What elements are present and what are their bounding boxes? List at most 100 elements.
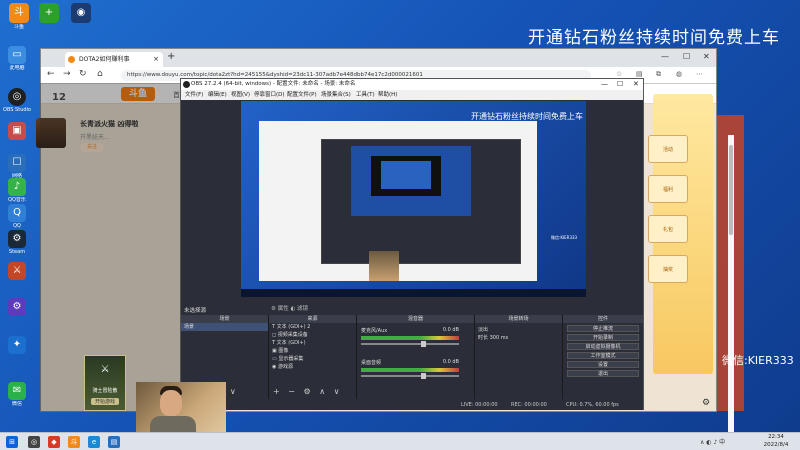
studio-mode-button[interactable]: 工作室模式 <box>567 352 639 359</box>
photo-icon[interactable]: ▣ <box>2 122 32 141</box>
maximize-icon[interactable]: ☐ <box>683 52 690 61</box>
source-controls[interactable]: + − ⚙ ∧ ∨ <box>273 387 342 396</box>
transitions-dock: 场景转场 淡出 时长 300 ms <box>475 315 563 399</box>
close-tab-icon[interactable]: × <box>153 52 159 67</box>
menu-edit[interactable]: 编辑(E) <box>208 90 227 100</box>
game-title: 骑士冒险散 <box>92 388 118 394</box>
qq-icon[interactable]: Q QQ <box>2 204 32 229</box>
settings-icon[interactable]: ⚙ <box>702 398 710 408</box>
clock[interactable]: 22:34 2022/8/4 <box>755 433 797 449</box>
menu-file[interactable]: 文件(F) <box>185 90 203 100</box>
close-icon[interactable]: ✕ <box>703 52 710 61</box>
start-icon[interactable]: ⊞ <box>6 436 18 448</box>
add-icon[interactable]: + <box>34 3 64 24</box>
game-logo-icon: ⚔ <box>100 364 110 375</box>
refresh-icon[interactable]: ↻ <box>79 69 87 79</box>
menu-scene-collection[interactable]: 场景集合(S) <box>321 90 351 100</box>
source-item[interactable]: T 文本 (GDI+) <box>269 339 356 347</box>
system-tray[interactable]: ∧ ◐ ♪ 中 <box>700 437 725 446</box>
ad-box[interactable]: 活动 <box>648 135 688 163</box>
stop-streaming-button[interactable]: 停止推流 <box>567 325 639 332</box>
tab-bar: DOTA2如何赚利事 × + — ☐ ✕ <box>41 49 716 67</box>
browser-tab[interactable]: DOTA2如何赚利事 × <box>65 52 163 67</box>
extensions-icon[interactable]: ⧉ <box>656 70 661 79</box>
douyu-taskbar-icon[interactable]: 斗 <box>68 436 80 448</box>
transition-type[interactable]: 淡出 <box>475 326 562 334</box>
obs-preview[interactable]: 开通钻石粉丝持续时间免费上车 微信:KIER333 <box>241 101 586 297</box>
network-icon[interactable]: ☐ 网络 <box>2 154 32 179</box>
preview-caption: 微信:KIER333 <box>551 235 578 240</box>
obs-logo-icon <box>183 81 190 88</box>
vpn-icon[interactable]: ✦ <box>2 336 32 355</box>
ad-box[interactable]: 福利 <box>648 175 688 203</box>
obs-docks: 场景 场景 + − ∧ ∨ 来源 T 文本 (GDI+) 2 ◻ 视频采集设备 … <box>181 315 643 399</box>
game-card[interactable]: ⚔ 骑士冒险散 开始游戏 <box>84 355 126 411</box>
minimize-icon[interactable]: — <box>661 52 669 61</box>
sources-header: 来源 <box>269 315 356 323</box>
preview-webcam <box>369 251 399 281</box>
transitions-header: 场景转场 <box>475 315 562 323</box>
menu-docks[interactable]: 停靠窗口(D) <box>254 90 285 100</box>
menu-tools[interactable]: 工具(T) <box>356 90 375 100</box>
minimize-icon[interactable]: — <box>601 79 608 90</box>
favorite-icon[interactable]: ☆ <box>616 70 622 78</box>
source-item[interactable]: ◻ 视频采集设备 <box>269 331 356 339</box>
mixer-dock: 混音器 麦克风/Aux 0.0 dB 桌面音频 0.0 dB <box>357 315 475 399</box>
page-scrollbar[interactable] <box>728 135 734 435</box>
settings-button[interactable]: 设置 <box>567 361 639 368</box>
scenes-header: 场景 <box>181 315 268 323</box>
mixer-track[interactable]: 桌面音频 0.0 dB <box>361 359 459 379</box>
wechat-contact: 微信:KIER333 <box>722 354 794 367</box>
home-icon[interactable]: ⌂ <box>97 69 103 79</box>
profile-icon[interactable]: ◍ <box>676 70 682 78</box>
maximize-icon[interactable]: ☐ <box>617 79 623 90</box>
camera-app-icon[interactable]: ◉ <box>66 3 96 24</box>
forward-icon[interactable]: → <box>63 69 71 79</box>
settings-app-icon[interactable]: ⚙ <box>2 298 32 317</box>
menu-help[interactable]: 帮助(H) <box>378 90 397 100</box>
edge-taskbar-icon[interactable]: e <box>88 436 100 448</box>
preview-taskbar <box>241 289 586 297</box>
wechat-icon[interactable]: ✉ 微信 <box>2 382 32 407</box>
mixer-track[interactable]: 麦克风/Aux 0.0 dB <box>361 327 459 347</box>
preview-recursive-screen <box>381 161 431 189</box>
new-tab-icon[interactable]: + <box>167 51 175 62</box>
obs-taskbar-icon[interactable]: ◎ <box>28 436 40 448</box>
taskbar: ⊞ ◎ ◆ 斗 e ▤ ∧ ◐ ♪ 中 22:34 2022/8/4 <box>0 432 800 450</box>
source-item[interactable]: T 文本 (GDI+) 2 <box>269 323 356 331</box>
steam-icon[interactable]: ⚙ Steam <box>2 230 32 255</box>
obs-icon[interactable]: ◎ OBS Studio <box>2 88 32 113</box>
ad-box[interactable]: 抽奖 <box>648 255 688 283</box>
filters-button[interactable]: ⚙ 属性 ◐ 滤镜 <box>271 304 308 312</box>
obs-title: OBS 27.2.4 (64-bit, windows) - 配置文件: 未命名… <box>191 81 356 87</box>
source-item[interactable]: ▭ 显示器采集 <box>269 355 356 363</box>
no-source-label: 未选择源 <box>184 308 207 314</box>
exit-button[interactable]: 退出 <box>567 370 639 377</box>
virtual-camera-button[interactable]: 启动虚拟摄像机 <box>567 343 639 350</box>
tab-title: DOTA2如何赚利事 <box>79 56 130 63</box>
play-button[interactable]: 开始游戏 <box>91 398 119 405</box>
close-icon[interactable]: ✕ <box>633 79 639 90</box>
webcam-face <box>160 390 182 416</box>
explorer-taskbar-icon[interactable]: ▤ <box>108 436 120 448</box>
cpu-status: CPU: 0.7%, 60.00 fps <box>566 402 619 408</box>
menu-profile[interactable]: 配置文件(P) <box>287 90 317 100</box>
game-icon[interactable]: ⚔ <box>2 262 32 281</box>
menu-icon[interactable]: ⋯ <box>696 70 703 78</box>
ad-box[interactable]: 礼包 <box>648 215 688 243</box>
qq-music-icon[interactable]: ♪ QQ音乐 <box>2 178 32 203</box>
collections-icon[interactable]: ▤ <box>636 70 643 78</box>
game-taskbar-icon[interactable]: ◆ <box>48 436 60 448</box>
scene-item[interactable]: 场景 <box>181 323 268 331</box>
transition-duration[interactable]: 时长 300 ms <box>475 334 562 342</box>
rec-status: REC: 00:00:00 <box>511 402 547 408</box>
favicon-icon <box>68 56 75 63</box>
computer-icon[interactable]: ▭ 此电脑 <box>2 46 32 71</box>
douyu-icon[interactable]: 斗斗鱼 <box>4 3 34 30</box>
menu-view[interactable]: 视图(V) <box>231 90 250 100</box>
controls-dock: 控件 停止推流 开始录制 启动虚拟摄像机 工作室模式 设置 退出 <box>563 315 643 399</box>
source-item[interactable]: ◉ 游戏源 <box>269 363 356 371</box>
back-icon[interactable]: ← <box>47 69 55 79</box>
source-item[interactable]: ▣ 图像 <box>269 347 356 355</box>
start-recording-button[interactable]: 开始录制 <box>567 334 639 341</box>
